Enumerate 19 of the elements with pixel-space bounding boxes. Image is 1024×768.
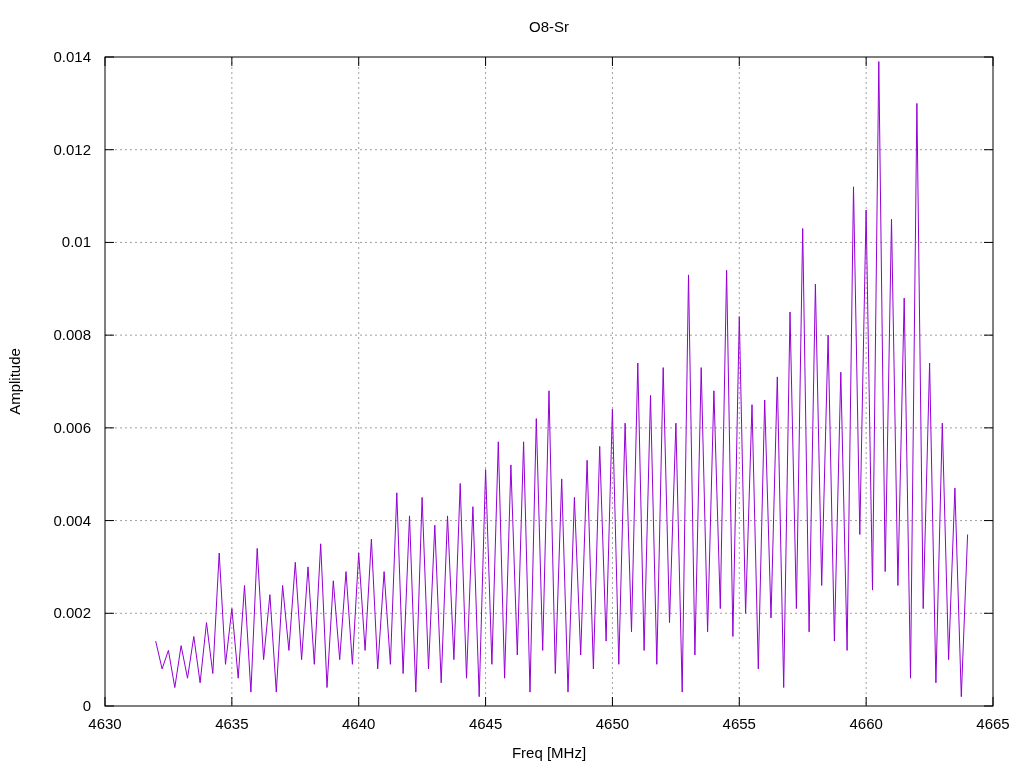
x-tick-label: 4635 [215,715,249,732]
x-axis-title: Freq [MHz] [511,744,587,761]
y-tick-label: 0.006 [53,418,91,436]
x-tick-label: 4650 [595,715,630,732]
y-tick-label: 0.014 [53,48,91,65]
x-tick-label: 4640 [342,715,376,732]
x-tick-label: 4655 [722,715,756,732]
x-tick-label: 4665 [976,715,1010,732]
x-tick-label: 4660 [849,715,883,732]
y-tick-label: 0 [82,697,91,714]
y-axis-title: Amplitude [6,348,23,415]
y-tick-label: 0.01 [61,233,91,251]
chart-title: O8-Sr [529,18,569,35]
y-tick-label: 0.004 [53,511,91,529]
x-tick-label: 4630 [88,715,122,732]
y-tick-label: 0.008 [53,326,91,344]
y-tick-label: 0.012 [53,140,91,158]
x-tick-label: 4645 [468,715,503,732]
y-tick-label: 0.002 [53,604,91,622]
